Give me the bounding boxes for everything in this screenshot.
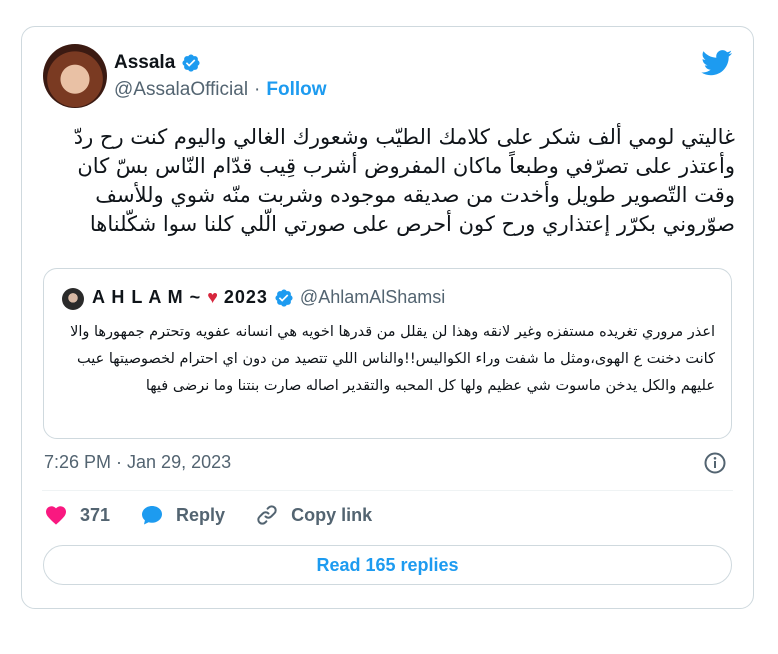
- tweet-timestamp[interactable]: 7:26 PM · Jan 29, 2023: [44, 452, 231, 473]
- copy-link-label: Copy link: [291, 504, 373, 525]
- read-replies-button[interactable]: Read 165 replies: [43, 545, 732, 585]
- author-avatar[interactable]: [43, 44, 107, 108]
- follow-button[interactable]: Follow: [266, 79, 326, 101]
- quoted-author-row: A H L A M ~ ♥ 2023 @AhlamAlShamsi: [92, 287, 445, 308]
- author-name-row[interactable]: Assala: [114, 52, 201, 74]
- verified-badge-icon: [275, 288, 293, 307]
- action-bar: 371 Reply Copy link: [44, 503, 402, 527]
- heart-icon: [46, 506, 66, 525]
- tweet-text: غاليتي لومي ألف شكر على كلامك الطيّب وشع…: [73, 125, 735, 236]
- author-handle[interactable]: @AssalaOfficial: [114, 79, 248, 101]
- quoted-tweet-text: اعذر مروري تغريده مستفزه وغير لانقه وهذا…: [70, 324, 715, 394]
- reply-button[interactable]: Reply: [140, 503, 225, 527]
- quoted-author-name: A H L A M ~: [92, 287, 202, 307]
- link-icon: [257, 505, 277, 525]
- quoted-author-handle: @AhlamAlShamsi: [299, 287, 446, 307]
- quoted-author-avatar: [62, 288, 84, 310]
- quoted-tweet[interactable]: A H L A M ~ ♥ 2023 @AhlamAlShamsi اعذر م…: [43, 268, 732, 439]
- copy-link-button[interactable]: Copy link: [255, 503, 372, 527]
- reply-bubble-icon: [142, 506, 163, 525]
- info-icon[interactable]: [703, 451, 727, 475]
- tweet-card: Assala @AssalaOfficial · Follow غاليتي ل…: [21, 26, 754, 609]
- author-name[interactable]: Assala: [114, 52, 175, 74]
- divider: [42, 490, 733, 491]
- like-button[interactable]: 371: [44, 503, 110, 527]
- author-handle-row: @AssalaOfficial · Follow: [114, 79, 327, 101]
- verified-badge-icon: [182, 54, 200, 72]
- twitter-bird-icon[interactable]: [701, 50, 733, 76]
- quoted-author-year: 2023: [223, 287, 268, 307]
- heart-emoji: ♥: [207, 287, 218, 307]
- reply-label: Reply: [176, 504, 226, 525]
- like-count: 371: [80, 504, 111, 525]
- separator-dot: ·: [254, 79, 261, 100]
